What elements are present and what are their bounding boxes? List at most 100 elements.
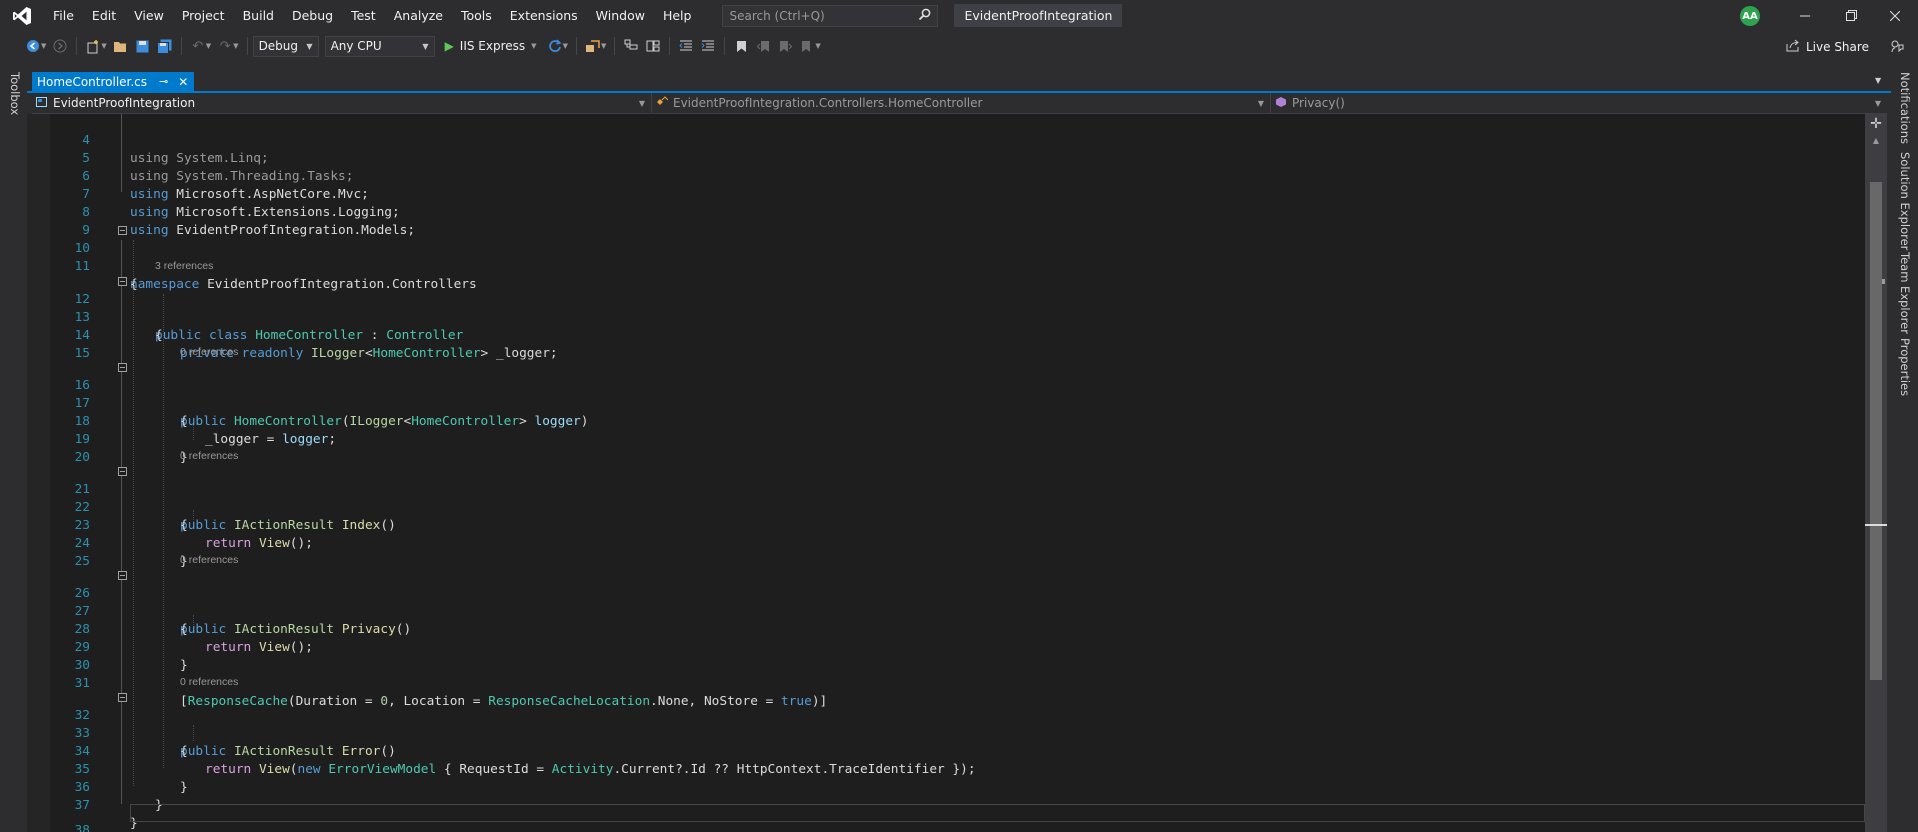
chevron-down-icon[interactable]: ▼	[563, 42, 568, 50]
codelens-references[interactable]: 0 references	[180, 675, 238, 689]
codelens-references[interactable]: 0 references	[180, 449, 238, 463]
codelens-references[interactable]: 0 references	[180, 553, 238, 567]
type-dropdown[interactable]: EvidentProofIntegration.Controllers.Home…	[652, 93, 1271, 113]
navigate-forward-icon[interactable]	[49, 35, 71, 57]
chevron-down-icon[interactable]: ▼	[41, 42, 46, 50]
document-tab-well: HomeController.cs ⊸ ✕	[27, 72, 1891, 92]
collapse-region-icon[interactable]	[118, 363, 127, 372]
menu-debug[interactable]: Debug	[283, 0, 342, 31]
standard-toolbar: ▼ ▼ ↶ ▼ ↷ ▼ Debug ▼ Any CPU ▼ ▶ IIS Expr…	[0, 31, 1918, 61]
play-icon: ▶	[444, 39, 454, 53]
collapse-region-icon[interactable]	[118, 467, 127, 476]
open-folder-icon[interactable]	[110, 35, 132, 57]
split-window-icon[interactable]: ✛	[1868, 116, 1884, 132]
restore-button[interactable]	[1828, 0, 1874, 31]
chevron-down-icon[interactable]: ▼	[233, 42, 238, 50]
search-placeholder: Search (Ctrl+Q)	[729, 8, 825, 23]
menu-window[interactable]: Window	[587, 0, 654, 31]
method-icon	[1275, 96, 1287, 111]
type-name: EvidentProofIntegration.Controllers.Home…	[673, 96, 983, 110]
project-dropdown[interactable]: EvidentProofIntegration ▼	[32, 93, 652, 113]
minimize-button[interactable]	[1782, 0, 1828, 31]
codelens-references[interactable]: 0 references	[180, 345, 238, 359]
close-window-button[interactable]	[1872, 0, 1918, 31]
properties-tab[interactable]: Properties	[1898, 338, 1912, 396]
chevron-down-icon[interactable]: ▼	[206, 42, 211, 50]
start-debugging-button[interactable]: ▶ IIS Express ▼	[445, 39, 540, 53]
chevron-down-icon[interactable]: ▼	[531, 42, 536, 50]
toolbar-divider	[76, 37, 78, 55]
code-line: 4 using System.Linq;	[50, 114, 1865, 166]
solution-explorer-tab[interactable]: Solution Explorer	[1898, 152, 1912, 250]
collapse-region-icon[interactable]	[118, 571, 127, 580]
search-icon	[918, 8, 931, 24]
menu-build[interactable]: Build	[234, 0, 283, 31]
chevron-down-icon[interactable]: ▼	[815, 42, 820, 50]
next-bookmark-icon[interactable]	[774, 35, 796, 57]
code-line: 9	[50, 204, 1865, 238]
code-line: 20	[50, 431, 1865, 465]
user-avatar[interactable]: AA	[1740, 6, 1760, 26]
collapse-region-icon[interactable]	[118, 277, 127, 286]
collapse-region-icon[interactable]	[118, 693, 127, 702]
menu-edit[interactable]: Edit	[83, 0, 125, 31]
save-icon[interactable]	[132, 35, 154, 57]
solution-explorer-icon[interactable]	[620, 35, 642, 57]
menu-test[interactable]: Test	[342, 0, 385, 31]
codelens-references[interactable]: 3 references	[155, 259, 213, 273]
class-icon	[656, 95, 669, 111]
code-line: 36 }	[50, 761, 1865, 813]
code-line: 30	[50, 639, 1865, 673]
live-share-button[interactable]: Live Share	[1786, 38, 1869, 55]
code-line: 8 using EvidentProofIntegration.Models;	[50, 186, 1865, 238]
menu-analyze[interactable]: Analyze	[385, 0, 452, 31]
code-line: 21 public IActionResult Index()	[50, 463, 1865, 533]
vertical-scrollbar[interactable]: ▲	[1865, 114, 1887, 832]
scrollbar-thumb[interactable]	[1870, 182, 1882, 680]
notifications-tab[interactable]: Notifications	[1898, 72, 1912, 144]
chevron-down-icon[interactable]: ▼	[101, 42, 106, 50]
collapse-region-icon[interactable]	[118, 226, 127, 235]
chevron-down-icon[interactable]: ▼	[601, 42, 606, 50]
decrease-indent-icon[interactable]	[675, 35, 697, 57]
bookmark-icon[interactable]	[730, 35, 752, 57]
code-line: 33 {	[50, 707, 1865, 759]
search-input[interactable]: Search (Ctrl+Q)	[722, 4, 939, 27]
tab-homecontroller[interactable]: HomeController.cs ⊸ ✕	[32, 72, 195, 91]
menu-bar: File Edit View Project Build Debug Test …	[44, 0, 700, 31]
live-share-icon	[1786, 38, 1800, 55]
code-line: 34 return View(new ErrorViewModel { Requ…	[50, 725, 1865, 777]
toolbox-tab[interactable]: Toolbox	[8, 72, 22, 115]
code-line: 38	[50, 804, 1865, 832]
code-line: 5 using System.Threading.Tasks;	[50, 132, 1865, 184]
menu-project[interactable]: Project	[173, 0, 234, 31]
configuration-select[interactable]: Debug ▼	[252, 35, 319, 57]
menu-extensions[interactable]: Extensions	[501, 0, 587, 31]
menu-file[interactable]: File	[44, 0, 83, 31]
previous-bookmark-icon[interactable]	[752, 35, 774, 57]
scroll-up-icon[interactable]: ▲	[1865, 136, 1887, 152]
code-line: 12 public class HomeController : Control…	[50, 273, 1865, 343]
feedback-icon[interactable]	[1886, 35, 1908, 57]
chevron-down-icon: ▼	[306, 41, 313, 51]
csharp-project-icon	[36, 96, 48, 111]
pin-icon[interactable]: ⊸	[159, 75, 168, 88]
save-all-icon[interactable]	[154, 35, 176, 57]
configuration-value: Debug	[258, 39, 299, 53]
menu-tools[interactable]: Tools	[452, 0, 501, 31]
chevron-down-icon: ▼	[638, 98, 645, 108]
menu-view[interactable]: View	[125, 0, 173, 31]
code-editor[interactable]: 4 using System.Linq; 5 using System.Thre…	[50, 114, 1865, 832]
member-dropdown[interactable]: Privacy() ▼	[1271, 93, 1887, 113]
visual-studio-logo-icon[interactable]	[0, 0, 44, 31]
toolbar-divider	[246, 37, 248, 55]
platform-select[interactable]: Any CPU ▼	[324, 35, 435, 57]
menu-help[interactable]: Help	[654, 0, 701, 31]
tab-overflow-chevron-down-icon[interactable]: ▼	[1875, 76, 1881, 85]
class-view-icon[interactable]	[642, 35, 664, 57]
increase-indent-icon[interactable]	[697, 35, 719, 57]
team-explorer-tab[interactable]: Team Explorer	[1898, 252, 1912, 334]
close-icon[interactable]: ✕	[178, 75, 188, 89]
code-line: 16 public HomeController(ILogger<HomeCon…	[50, 359, 1865, 429]
code-line: 35 }	[50, 743, 1865, 795]
